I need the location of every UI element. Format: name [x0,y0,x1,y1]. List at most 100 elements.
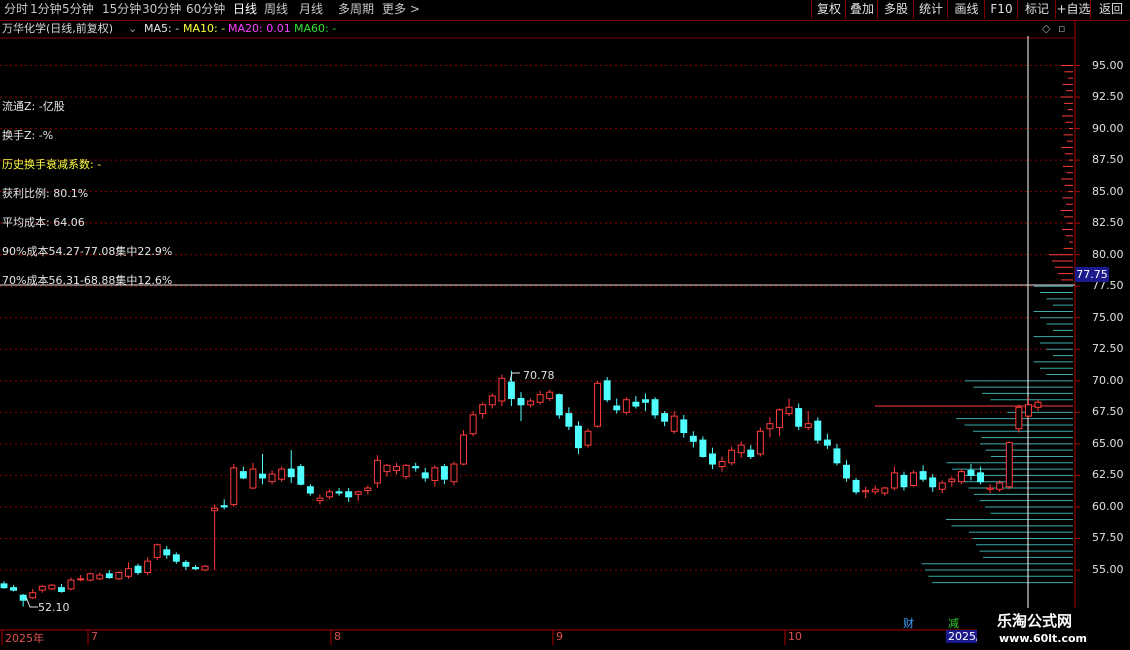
candle-body [680,419,688,434]
candle-body [77,578,85,581]
candle-body [38,585,46,591]
candle-body [1005,442,1013,488]
candle-body [134,565,142,574]
candle-body [364,487,372,492]
candle-body [335,491,343,494]
candle-body [431,467,439,481]
candle-body [153,544,161,558]
watermark: 乐淘公式网 www.60lt.com [977,608,1130,650]
candle-body [747,449,755,457]
candle-body [804,423,812,428]
float-shares-text: 流通Z: -亿股 [2,100,65,113]
y-tick-label: 95.00 [1092,58,1124,72]
candle-body [603,380,611,401]
y-tick-label: 62.50 [1092,468,1124,482]
y-tick-label: 85.00 [1092,184,1124,198]
candle-body [498,377,506,402]
candle-body [996,482,1004,490]
candle-body [881,487,889,494]
candle-body [862,490,870,493]
candle-body [651,399,659,416]
candle-body [297,466,305,485]
y-tick-label: 80.00 [1092,247,1124,261]
candle-body [977,472,985,483]
candle-body [0,583,8,589]
y-tick-label: 87.50 [1092,153,1124,167]
y-tick-label: 65.00 [1092,436,1124,450]
x-tick-label: 2025年 [5,632,44,645]
candle-body [737,444,745,454]
candle-body [402,464,410,478]
candle-body [10,587,18,591]
candle-body [373,459,381,484]
decay-text: 历史换手衰减系数: - [2,158,102,171]
candle-body [192,566,199,570]
candle-body [632,401,640,407]
y-tick-label: 75.00 [1092,310,1124,324]
candle-body [249,468,257,489]
candle-body [479,404,487,415]
low-price-label: 52.10 [38,601,70,614]
x-tick-label: 10 [788,630,802,643]
candle-body [689,435,697,442]
y-tick-label: 70.00 [1092,373,1124,387]
candle-body [622,399,630,413]
candle-body [756,430,764,455]
x-tick-label: 8 [334,630,341,643]
candle-body [565,413,573,427]
candle-body [823,439,831,446]
candle-body [469,414,477,435]
current-price-box: 77.75 [1075,267,1109,282]
candle-body [814,420,822,441]
y-tick-label: 90.00 [1092,121,1124,135]
candle-body [96,574,104,580]
candle-body [776,409,783,428]
candle-body [890,472,898,489]
y-tick-label: 82.50 [1092,216,1124,230]
candle-body [230,467,238,505]
turnover-text: 换手Z: -% [2,129,54,142]
candle-body [986,487,994,490]
cost-70-text: 70%成本56.31-68.88集中12.6% [2,274,173,287]
candle-body [766,423,774,430]
y-tick-label: 67.50 [1092,405,1124,419]
y-tick-label: 57.50 [1092,531,1124,545]
candle-body [354,491,362,495]
candle-body [555,394,563,416]
candlestick-chart [0,20,1080,645]
candle-body [306,486,314,494]
candle-body [795,408,803,427]
x-tick-label: 7 [91,630,98,643]
candle-body [67,579,75,590]
average-cost-text: 平均成本: 64.06 [2,216,85,229]
low-arrow [25,596,38,608]
candle-body [852,479,860,493]
candle-body [948,478,956,483]
finance-marker[interactable]: 财 [903,615,914,631]
candle-body [57,587,65,592]
candle-body [699,439,707,457]
candle-body [843,464,850,479]
candle-body [144,560,152,574]
candle-body [239,471,247,479]
candle-body [383,464,391,473]
candle-body [440,466,448,480]
candle-body [278,468,286,480]
candle-body [182,561,190,567]
reduce-marker[interactable]: 减 [948,615,959,631]
y-tick-label: 60.00 [1092,499,1124,513]
candle-body [938,482,946,490]
candle-body [316,497,324,502]
x-tick-label: 9 [556,630,563,643]
candle-body [929,477,937,488]
candle-body [412,466,420,469]
candle-body [536,394,544,403]
candle-body [268,473,276,483]
candle-body [259,473,266,479]
candle-body [900,474,908,488]
candle-body [910,472,918,486]
candle-body [1034,401,1042,408]
candle-body [507,381,515,399]
candle-body [115,572,123,580]
candle-body [670,415,678,432]
